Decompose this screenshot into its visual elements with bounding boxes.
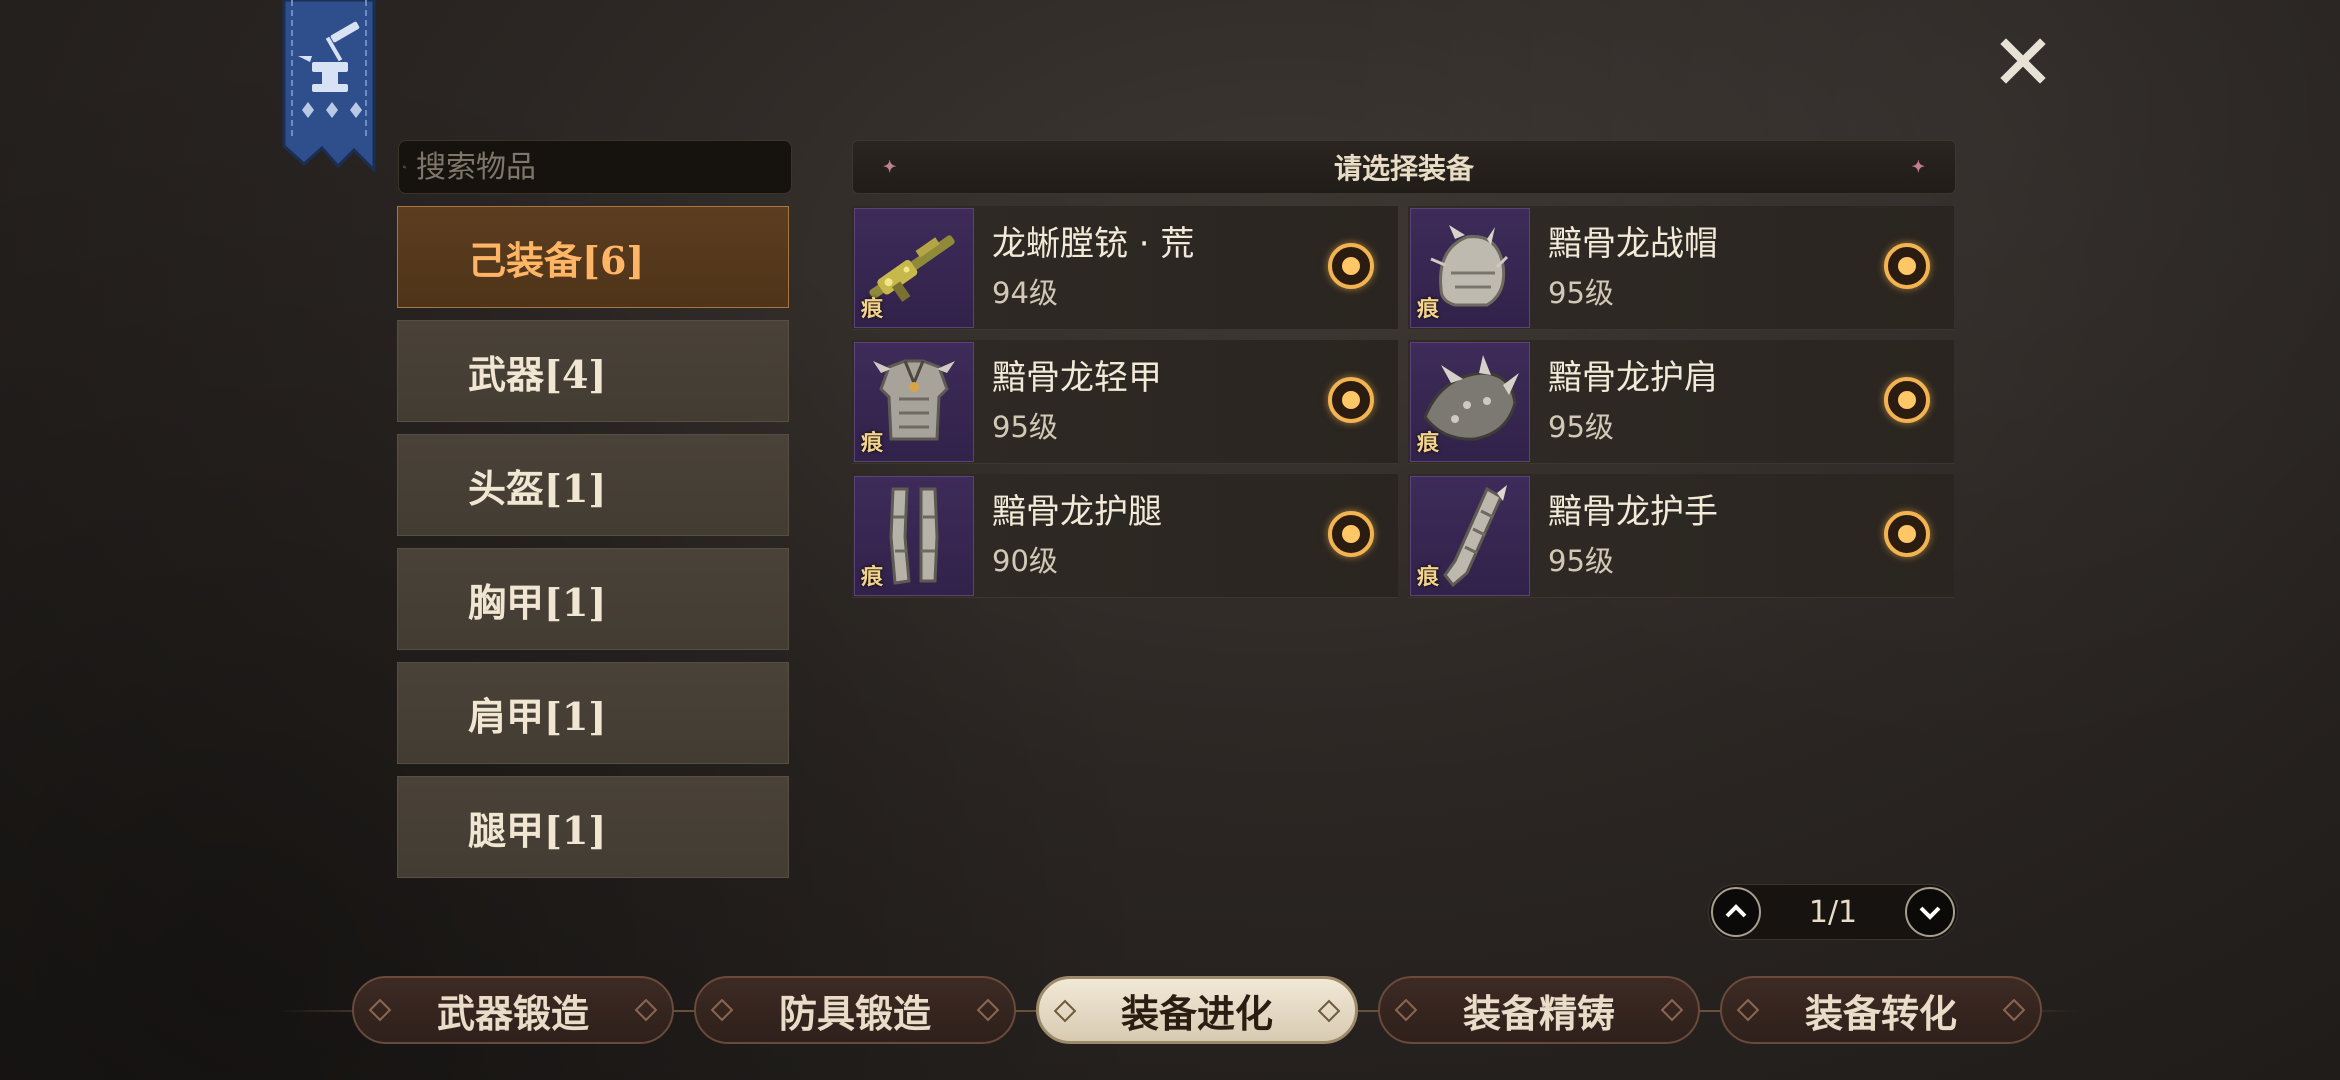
item-name: 龙蜥膛铳 · 荒 (992, 224, 1195, 264)
item-thumbnail: 痕 (854, 476, 974, 596)
diamond-ornament-icon (1394, 998, 1418, 1022)
sparkle-icon: ✦ (883, 157, 897, 176)
category-shoulder[interactable]: 肩甲[1] (397, 662, 789, 764)
equipment-item[interactable]: 痕 黯骨龙护手 95级 (1408, 474, 1954, 598)
item-thumbnail: 痕 (1410, 342, 1530, 462)
item-name: 黯骨龙轻甲 (992, 358, 1162, 398)
item-mark: 痕 (1417, 296, 1440, 322)
page-down-button[interactable] (1905, 887, 1955, 937)
equipment-item[interactable]: 痕 黯骨龙战帽 95级 (1408, 206, 1954, 330)
select-radio[interactable] (1328, 377, 1374, 423)
item-mark: 痕 (1417, 430, 1440, 456)
item-name: 黯骨龙护肩 (1548, 358, 1718, 398)
select-radio[interactable] (1328, 243, 1374, 289)
item-mark: 痕 (1417, 564, 1440, 590)
select-radio[interactable] (1328, 511, 1374, 557)
diamond-ornament-icon (710, 998, 734, 1022)
item-name: 黯骨龙护腿 (992, 492, 1162, 532)
item-mark: 痕 (861, 430, 884, 456)
equipment-item[interactable]: 痕 黯骨龙轻甲 95级 (852, 340, 1398, 464)
select-radio[interactable] (1884, 511, 1930, 557)
search-bar (398, 140, 792, 194)
tab-equipment-evolve[interactable]: 装备进化 (1036, 976, 1358, 1044)
item-level: 95级 (1548, 276, 1614, 310)
tab-label: 装备转化 (1804, 990, 1957, 1036)
select-radio[interactable] (1884, 377, 1930, 423)
equipment-item[interactable]: 痕 黯骨龙护腿 90级 (852, 474, 1398, 598)
tab-equipment-convert[interactable]: 装备转化 (1720, 976, 2042, 1044)
diamond-ornament-icon (1736, 998, 1760, 1022)
tab-label: 武器锻造 (436, 990, 589, 1036)
equipment-item[interactable]: 痕 黯骨龙护肩 95级 (1408, 340, 1954, 464)
item-level: 95级 (992, 410, 1058, 444)
item-thumbnail: 痕 (1410, 476, 1530, 596)
list-header-title: 请选择装备 (1333, 152, 1474, 185)
chevron-down-icon (1919, 906, 1941, 920)
item-mark: 痕 (861, 564, 884, 590)
category-chest[interactable]: 胸甲[1] (397, 548, 789, 650)
list-header: ✦ 请选择装备 ✦ (852, 140, 1956, 194)
tab-armor-forge[interactable]: 防具锻造 (694, 976, 1016, 1044)
category-legs[interactable]: 腿甲[1] (397, 776, 789, 878)
diamond-ornament-icon (976, 998, 1000, 1022)
item-level: 90级 (992, 544, 1058, 578)
forge-banner-icon (282, 0, 376, 172)
tab-label: 装备精铸 (1462, 990, 1615, 1036)
sparkle-icon: ✦ (1911, 157, 1925, 176)
item-thumbnail: 痕 (854, 208, 974, 328)
tab-equipment-refine[interactable]: 装备精铸 (1378, 976, 1700, 1044)
select-radio[interactable] (1884, 243, 1930, 289)
item-name: 黯骨龙战帽 (1548, 224, 1718, 264)
item-level: 95级 (1548, 544, 1614, 578)
diamond-ornament-icon (2002, 998, 2026, 1022)
item-mark: 痕 (861, 296, 884, 322)
item-level: 95级 (1548, 410, 1614, 444)
tab-label: 防具锻造 (778, 990, 931, 1036)
category-equipped[interactable]: 己装备[6] (397, 206, 789, 308)
equipment-item[interactable]: 痕 龙蜥膛铳 · 荒 94级 (852, 206, 1398, 330)
diamond-ornament-icon (368, 998, 392, 1022)
tab-weapon-forge[interactable]: 武器锻造 (352, 976, 674, 1044)
category-helmet[interactable]: 头盔[1] (397, 434, 789, 536)
diamond-ornament-icon (1053, 999, 1077, 1023)
tab-label: 装备进化 (1120, 990, 1273, 1036)
diamond-ornament-icon (634, 998, 658, 1022)
pager: 1/1 (1708, 884, 1958, 940)
category-list: 己装备[6] 武器[4] 头盔[1] 胸甲[1] 肩甲[1] 腿甲[1] (397, 206, 789, 890)
search-input[interactable] (414, 148, 791, 186)
item-name: 黯骨龙护手 (1548, 492, 1718, 532)
close-icon[interactable] (2000, 38, 2046, 84)
item-thumbnail: 痕 (1410, 208, 1530, 328)
item-thumbnail: 痕 (854, 342, 974, 462)
search-icon[interactable] (403, 144, 406, 190)
diamond-ornament-icon (1660, 998, 1684, 1022)
item-level: 94级 (992, 276, 1058, 310)
diamond-ornament-icon (1317, 999, 1341, 1023)
category-weapon[interactable]: 武器[4] (397, 320, 789, 422)
